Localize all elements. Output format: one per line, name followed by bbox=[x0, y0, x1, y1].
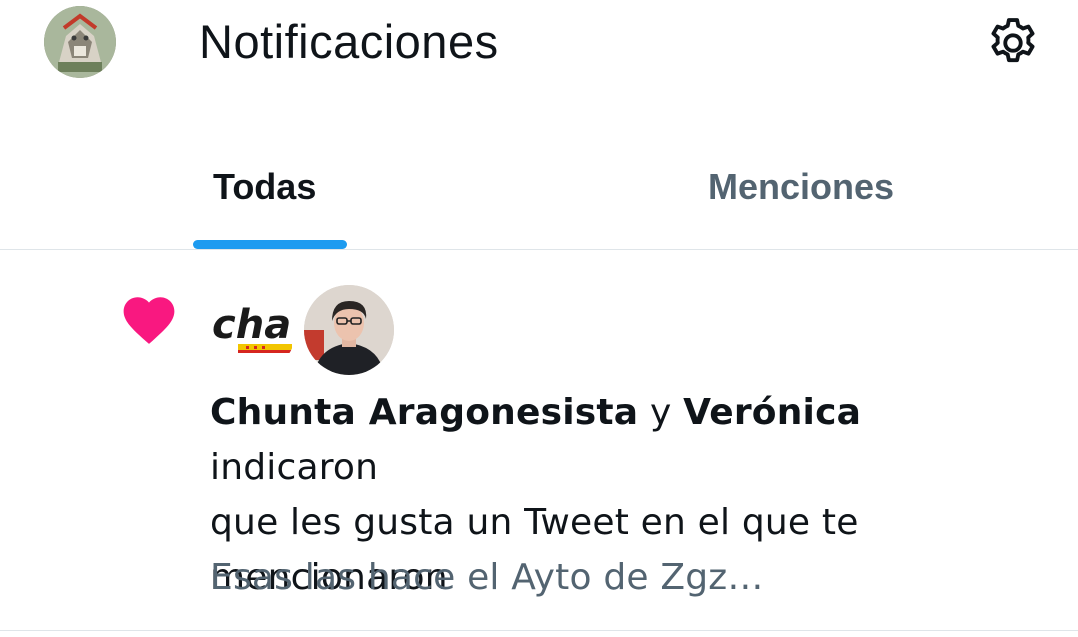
action-text: indicaron bbox=[210, 447, 379, 488]
actor-name[interactable]: Chunta Aragonesista bbox=[210, 392, 638, 433]
gear-icon bbox=[991, 18, 1035, 63]
tab-label: Menciones bbox=[708, 166, 895, 207]
avatar-image bbox=[44, 6, 116, 78]
avatar[interactable] bbox=[44, 6, 116, 78]
active-tab-indicator bbox=[193, 240, 347, 249]
conjunction: y bbox=[649, 392, 672, 433]
action-text: que les gusta un Tweet en el que te bbox=[210, 502, 859, 543]
notification-item[interactable]: cha Chunta Aragonesista y Verónica indic… bbox=[0, 250, 1078, 630]
header: Notificaciones bbox=[0, 0, 1078, 95]
tweet-preview: Esas las hace el Ayto de Zgz… bbox=[210, 557, 764, 598]
actor-name[interactable]: Verónica bbox=[683, 392, 861, 433]
settings-button[interactable] bbox=[983, 13, 1043, 73]
veronica-avatar[interactable] bbox=[304, 285, 394, 375]
heart-icon bbox=[120, 292, 178, 346]
divider bbox=[0, 630, 1078, 631]
chunta-aragonesista-avatar[interactable]: cha bbox=[208, 286, 296, 374]
tab-label: Todas bbox=[213, 166, 317, 207]
notifications-page: Notificaciones Todas Menciones cha Chunt… bbox=[0, 0, 1078, 637]
tab-menciones[interactable]: Menciones bbox=[539, 125, 1078, 249]
page-title: Notificaciones bbox=[199, 15, 499, 68]
tab-todas[interactable]: Todas bbox=[0, 125, 539, 249]
tab-bar: Todas Menciones bbox=[0, 125, 1078, 249]
